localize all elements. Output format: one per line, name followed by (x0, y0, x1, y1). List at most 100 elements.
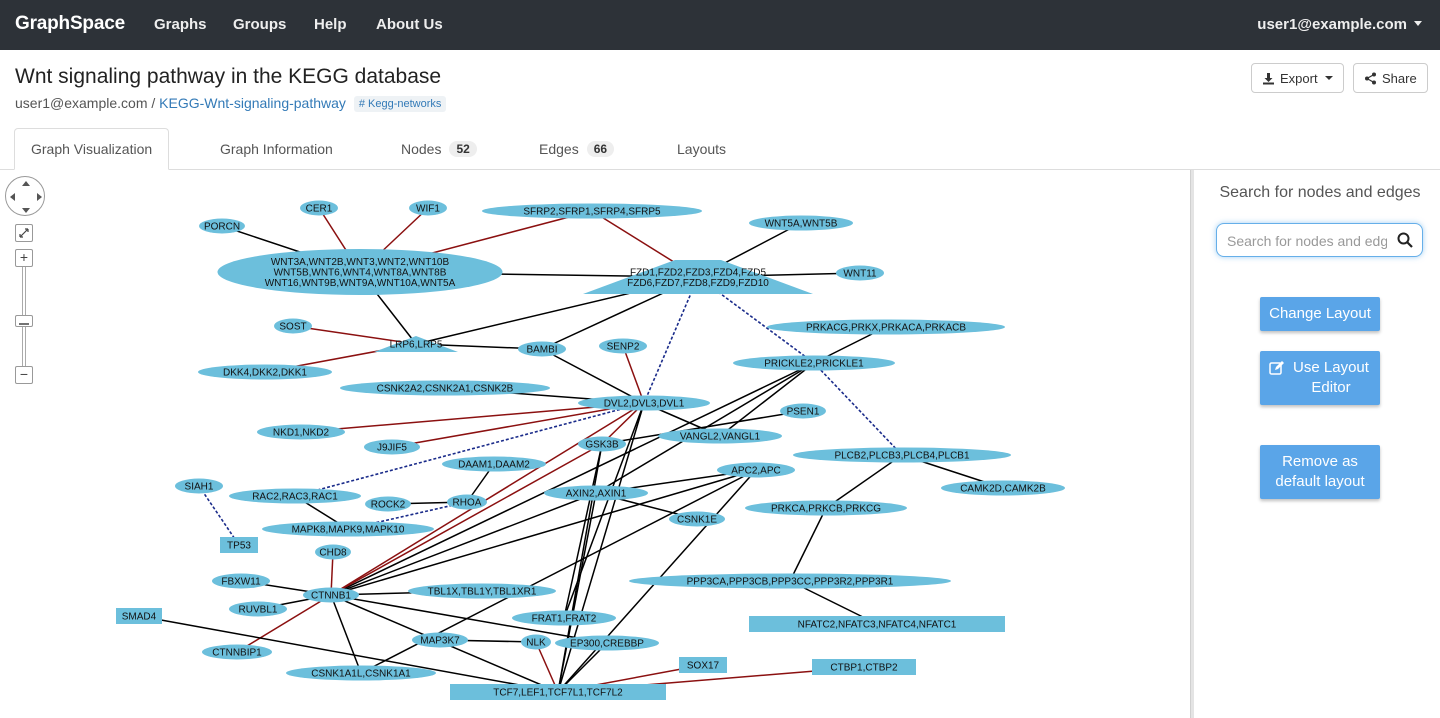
graph-node[interactable]: FBXW11 (212, 573, 270, 589)
graph-node[interactable]: CSNK2A2,CSNK2A1,CSNK2B (340, 380, 550, 396)
nav-help[interactable]: Help (314, 16, 347, 33)
graph-node[interactable]: APC2,APC (717, 462, 795, 478)
graph-node[interactable]: PORCN (199, 218, 245, 234)
graph-node[interactable]: RHOA (447, 494, 487, 510)
graph-node[interactable]: CTNNB1 (303, 587, 359, 603)
search-icon[interactable] (1396, 231, 1414, 249)
graph-tag[interactable]: # Kegg-networks (353, 96, 447, 112)
graph-node[interactable]: SFRP2,SFRP1,SFRP4,SFRP5 (482, 203, 702, 219)
graph-node-label: PLCB2,PLCB3,PLCB4,PLCB1 (834, 451, 970, 462)
tab-graph-visualization[interactable]: Graph Visualization (14, 128, 170, 170)
graph-edge[interactable] (563, 402, 645, 619)
breadcrumb-graph-link[interactable]: KEGG-Wnt-signaling-pathway (159, 95, 346, 111)
graph-node[interactable]: NLK (521, 634, 551, 650)
zoom-in-button[interactable]: + (15, 249, 33, 267)
tab-nodes[interactable]: Nodes 52 (385, 128, 493, 170)
graph-node[interactable]: NFATC2,NFATC3,NFATC4,NFATC1 (749, 616, 1005, 632)
graph-node[interactable]: CSNK1A1L,CSNK1A1 (286, 665, 436, 681)
graph-node[interactable]: MAPK8,MAPK9,MAPK10 (262, 521, 434, 537)
graph-node[interactable]: PRKCA,PRKCB,PRKCG (745, 500, 907, 516)
graph-node[interactable]: CHD8 (315, 544, 351, 560)
tab-edges[interactable]: Edges 66 (523, 128, 630, 170)
graph-node[interactable]: SIAH1 (175, 478, 223, 494)
network-graph[interactable]: PORCN CER1 WIF1 SFRP2,SFRP1,SFRP4,SFRP5 WNT5… (0, 170, 1190, 718)
graph-node[interactable]: WNT3A,WNT2B,WNT3,WNT2,WNT10BWNT5B,WNT6,W… (217, 249, 503, 295)
graph-node-label: MAPK8,MAPK9,MAPK10 (292, 525, 405, 536)
graph-edge[interactable] (643, 276, 699, 404)
graph-node[interactable]: WNT5A,WNT5B (749, 215, 853, 231)
graph-node[interactable]: PRKACG,PRKX,PRKACA,PRKACB (767, 319, 1005, 335)
graph-node[interactable]: WNT11 (836, 265, 884, 281)
graph-node[interactable]: PPP3CA,PPP3CB,PPP3CC,PPP3R2,PPP3R1 (629, 573, 951, 589)
graph-edge[interactable] (789, 507, 827, 582)
graph-edge[interactable] (541, 348, 645, 404)
brand-logo[interactable]: GraphSpace (15, 13, 125, 35)
graph-node-label: FBXW11 (221, 577, 261, 588)
graph-node-label: PRKACG,PRKX,PRKACA,PRKACB (806, 323, 966, 334)
graph-node[interactable]: AXIN2,AXIN1 (544, 485, 648, 501)
graph-node[interactable]: VANGL2,VANGL1 (658, 428, 782, 444)
graph-node[interactable]: PLCB2,PLCB3,PLCB4,PLCB1 (793, 447, 1011, 463)
graph-node-label: PSEN1 (787, 407, 820, 418)
graph-edge[interactable] (622, 345, 645, 404)
zoom-slider-handle[interactable] (15, 315, 33, 327)
graph-node-label: RUVBL1 (239, 605, 278, 616)
graph-node[interactable]: LRP6,LRP5 (374, 336, 458, 352)
graph-node[interactable]: BAMBI (518, 341, 566, 357)
graph-node[interactable]: RAC2,RAC3,RAC1 (229, 488, 361, 504)
graph-edge[interactable] (825, 454, 903, 509)
graph-edge[interactable] (719, 362, 815, 437)
graph-node-label: DVL2,DVL3,DVL1 (604, 399, 685, 410)
graph-node[interactable]: J9JIF5 (364, 439, 420, 455)
export-button[interactable]: Export (1251, 63, 1344, 93)
nav-groups[interactable]: Groups (233, 16, 286, 33)
use-layout-editor-button[interactable]: Use Layout Editor (1260, 351, 1380, 405)
change-layout-button[interactable]: Change Layout (1260, 297, 1380, 331)
graph-node[interactable]: WIF1 (409, 200, 447, 216)
graph-node[interactable]: CTNNBIP1 (202, 644, 272, 660)
graph-edge[interactable] (813, 362, 903, 456)
graph-edge[interactable] (138, 615, 559, 693)
remove-default-layout-button[interactable]: Remove as default layout (1260, 445, 1380, 499)
tab-label: Nodes (401, 141, 442, 157)
graph-node[interactable]: NKD1,NKD2 (257, 424, 345, 440)
search-input[interactable] (1227, 230, 1387, 252)
graph-node[interactable]: SENP2 (599, 338, 647, 354)
graph-node[interactable]: ROCK2 (365, 496, 411, 512)
graph-node[interactable]: CER1 (300, 200, 338, 216)
panel-resize-handle[interactable] (1190, 170, 1194, 718)
graph-node[interactable]: RUVBL1 (229, 601, 287, 617)
fit-to-screen-button[interactable] (15, 224, 33, 242)
graph-node[interactable]: CAMK2D,CAMK2B (941, 480, 1065, 496)
tab-graph-information[interactable]: Graph Information (204, 128, 349, 170)
nav-about-us[interactable]: About Us (376, 16, 443, 33)
tab-layouts[interactable]: Layouts (661, 128, 742, 170)
graph-node[interactable]: SOX17 (679, 657, 727, 673)
search-field[interactable] (1216, 223, 1423, 257)
zoom-out-button[interactable]: − (15, 366, 33, 384)
graph-node[interactable]: DKK4,DKK2,DKK1 (198, 364, 332, 380)
graph-node[interactable]: DAAM1,DAAM2 (442, 456, 546, 472)
nav-graphs[interactable]: Graphs (154, 16, 207, 33)
graph-node[interactable]: SOST (274, 318, 312, 334)
graph-node[interactable]: PSEN1 (780, 403, 826, 419)
graph-node[interactable]: FRAT1,FRAT2 (512, 610, 616, 626)
graph-node[interactable]: PRICKLE2,PRICKLE1 (733, 355, 895, 371)
user-menu[interactable]: user1@example.com (1257, 16, 1422, 33)
graph-node[interactable]: TP53 (220, 537, 258, 553)
graph-node[interactable]: GSK3B (578, 436, 626, 452)
graph-node-label: CSNK1A1L,CSNK1A1 (311, 669, 411, 680)
graph-node[interactable]: CSNK1E (669, 511, 725, 527)
graph-node[interactable]: DVL2,DVL3,DVL1 (578, 395, 710, 411)
graph-node[interactable]: SMAD4 (116, 608, 162, 624)
graph-node[interactable]: MAP3K7 (412, 632, 468, 648)
pan-control[interactable] (5, 176, 45, 216)
graph-canvas[interactable]: PORCN CER1 WIF1 SFRP2,SFRP1,SFRP4,SFRP5 WNT5… (0, 170, 1190, 718)
share-button[interactable]: Share (1353, 63, 1428, 93)
graph-node[interactable]: TCF7,LEF1,TCF7L1,TCF7L2 (450, 684, 666, 700)
graph-node[interactable]: TBL1X,TBL1Y,TBL1XR1 (408, 583, 556, 599)
graph-node[interactable]: FZD1,FZD2,FZD3,FZD4,FZD5FZD6,FZD7,FZD8,F… (583, 260, 813, 294)
graph-node[interactable]: EP300,CREBBP (555, 635, 659, 651)
use-layout-editor-label: Use Layout Editor (1293, 359, 1369, 396)
graph-node[interactable]: CTBP1,CTBP2 (812, 659, 916, 675)
